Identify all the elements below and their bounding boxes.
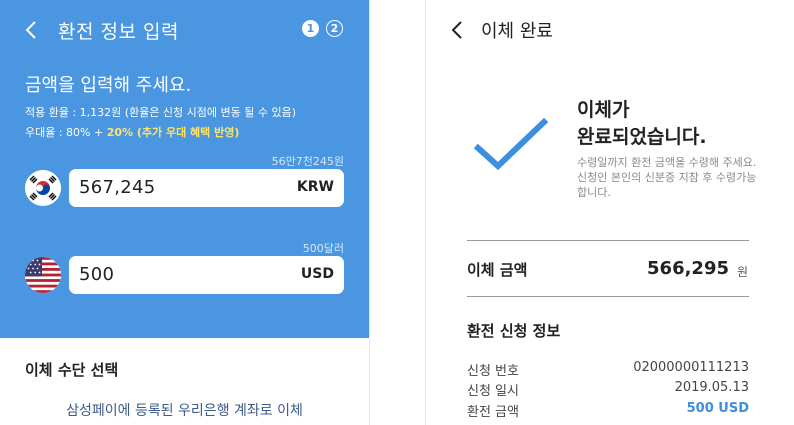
completion-message: 이체가 완료되었습니다.	[577, 97, 707, 151]
back-icon[interactable]	[446, 18, 470, 42]
info-label: 환전 금액	[467, 405, 519, 420]
page-title: 이체 완료	[481, 21, 553, 42]
transfer-amount-label: 이체 금액	[467, 261, 528, 279]
krw-amount-input[interactable]: 567,245 KRW	[69, 169, 344, 207]
transfer-complete-screen: 이체 완료 이체가 완료되었습니다. 수령일까지 환전 금액을 수령해 주세요.…	[425, 0, 794, 425]
back-icon[interactable]	[20, 18, 44, 42]
usd-amount-hint: 500달러	[302, 242, 344, 255]
amount-heading: 금액을 입력해 주세요.	[25, 75, 192, 96]
step-indicator-2: 2	[326, 20, 343, 37]
transfer-method-title: 이체 수단 선택	[25, 361, 119, 379]
info-label: 신청 일시	[467, 384, 519, 399]
page-title: 환전 정보 입력	[58, 21, 179, 43]
transfer-method-option[interactable]: 삼성페이에 등록된 우리은행 계좌로 이체	[0, 400, 369, 420]
usd-amount-input[interactable]: 500 USD	[69, 256, 344, 294]
korea-flag-icon	[25, 170, 61, 206]
step-indicator-1: 1	[302, 20, 319, 37]
exchange-info-title: 환전 신청 정보	[467, 322, 561, 340]
info-value: 2019.05.13	[674, 380, 749, 395]
krw-amount-value: 567,245	[79, 177, 156, 198]
usd-amount-value: 500	[79, 264, 115, 285]
krw-amount-hint: 56만7천245원	[271, 155, 344, 168]
amount-input-panel: 환전 정보 입력 1 2 금액을 입력해 주세요. 적용 환율 : 1,132원…	[0, 0, 369, 338]
transfer-amount-value: 566,295	[647, 258, 729, 279]
transfer-amount-unit: 원	[736, 265, 748, 279]
info-value: 02000000111213	[633, 360, 749, 375]
info-label: 신청 번호	[467, 364, 519, 379]
exchange-input-screen: 환전 정보 입력 1 2 금액을 입력해 주세요. 적용 환율 : 1,132원…	[0, 0, 370, 425]
us-flag-icon	[25, 257, 61, 293]
krw-currency-label: KRW	[296, 179, 334, 195]
completion-description: 수령일까지 환전 금액을 수령해 주세요. 신청인 본인의 신분증 지참 후 수…	[577, 156, 757, 199]
completion-line-1: 이체가	[577, 99, 630, 121]
exchange-rate-text: 적용 환율 : 1,132원 (환율은 신청 시점에 변동 될 수 있음)	[25, 106, 297, 119]
divider	[467, 296, 749, 297]
usd-currency-label: USD	[300, 266, 334, 282]
preferential-rate-bonus: 20% (추가 우대 혜택 반영)	[106, 126, 240, 139]
info-value: 500 USD	[686, 401, 749, 416]
completion-line-2: 완료되었습니다.	[577, 126, 707, 148]
preferential-rate-base: 우대율 : 80% +	[25, 126, 107, 139]
checkmark-icon	[474, 118, 548, 171]
divider	[467, 240, 749, 241]
preferential-rate-text: 우대율 : 80% + 20% (추가 우대 혜택 반영)	[25, 124, 239, 140]
